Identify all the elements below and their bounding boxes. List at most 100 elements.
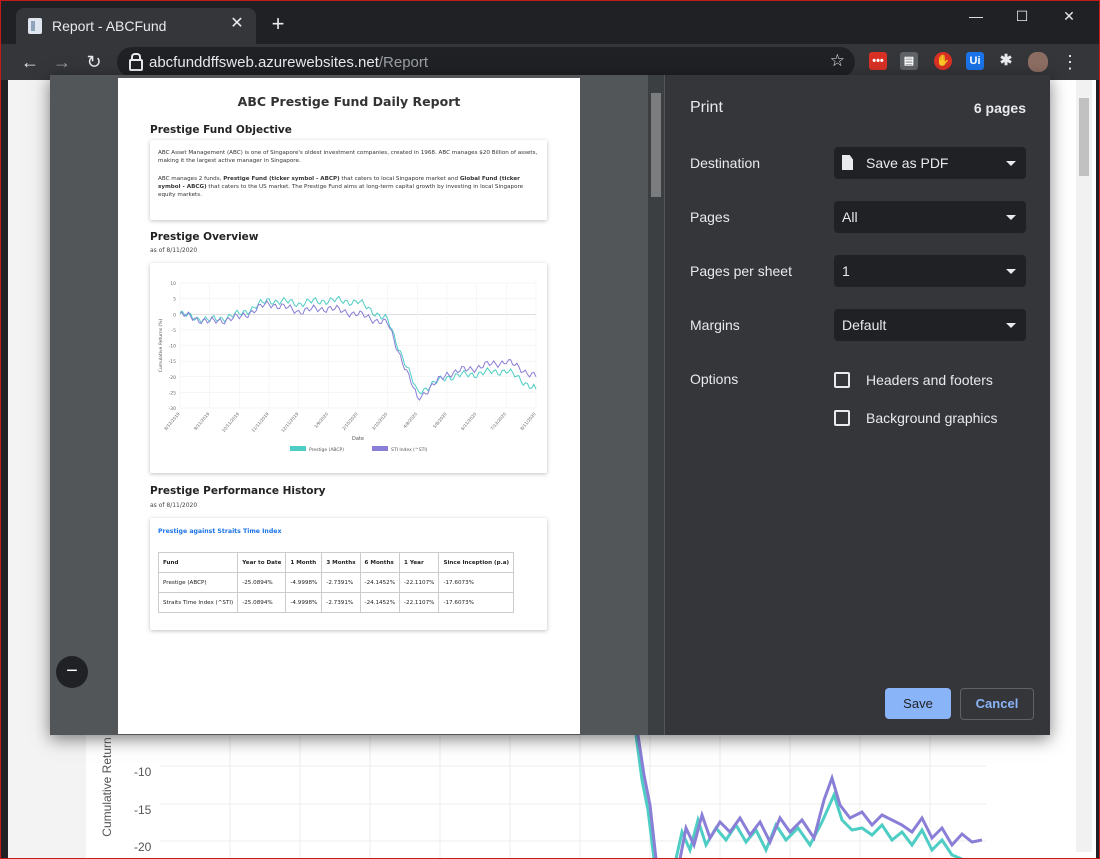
x-tick-label: 1/9/2020 [313,411,329,429]
destination-select[interactable]: Save as PDF [834,147,1026,179]
extension-hand-icon[interactable]: ✋ [934,52,952,70]
table-cell: -24.1452% [359,572,401,593]
close-window-icon[interactable]: ✕ [1054,6,1084,26]
table-header-row: Fund Year to Date 1 Month 3 Months 6 Mon… [157,552,515,573]
destination-value: Save as PDF [866,155,949,171]
x-tick-label: 2/10/2020 [341,411,359,431]
new-tab-icon[interactable]: + [266,12,290,36]
table-cell: -25.0894% [237,572,287,593]
destination-label: Destination [690,155,761,171]
table-cell: -17.6073% [438,572,515,593]
tab-title: Report - ABCFund [52,18,167,34]
legend-label: Prestige (ABCP) [309,447,344,453]
table-header: Year to Date [237,552,287,573]
y-tick-label: 5 [173,297,176,303]
cancel-button[interactable]: Cancel [960,688,1034,720]
table-header: 6 Months [359,552,401,573]
lock-icon [129,53,143,71]
performance-card: Prestige against Straits Time Index Fund… [150,518,547,630]
x-tick-label: 10/11/2019 [221,411,241,433]
browser-menu-icon[interactable]: ⋮ [1058,50,1082,74]
table-cell: Prestige (ABCP) [157,572,239,593]
pages-value: All [842,209,858,225]
print-preview-area: ABC Prestige Fund Daily Report Prestige … [50,75,665,735]
legend-label: STI Index (^STI) [391,447,428,453]
headers-footers-label[interactable]: Headers and footers [866,372,993,388]
close-tab-icon[interactable]: ✕ [228,15,246,33]
pages-per-sheet-value: 1 [842,263,850,279]
x-tick-label: 12/11/2019 [280,411,300,433]
cumulative-returns-chart: 10 5 0 -5 -10 -15 -20 -25 -308/12/2019 9/11/2019 1… [158,281,537,453]
pages-select[interactable]: All [834,201,1026,233]
reload-icon[interactable]: ↻ [82,50,106,74]
table-header: Fund [157,552,239,573]
table-cell: -4.9998% [285,572,323,593]
performance-table: Fund Year to Date 1 Month 3 Months 6 Mon… [157,552,515,613]
extension-red-dots-icon[interactable]: ••• [869,52,887,70]
table-row: Prestige (ABCP) -25.0894% -4.9998% -2.73… [157,572,515,593]
url-path: /Report [378,54,429,71]
profile-avatar[interactable] [1028,52,1048,72]
page-scrollbar-thumb[interactable] [1079,98,1089,176]
bg-ytick: -15 [134,803,152,817]
print-title: Print [690,99,723,116]
back-icon[interactable]: ← [18,50,42,74]
file-icon [842,155,853,170]
save-button[interactable]: Save [885,688,951,719]
bg-ylabel: Cumulative Return [100,737,114,837]
zoom-out-icon[interactable]: − [56,656,88,688]
background-graphics-checkbox[interactable] [834,410,850,426]
page-favicon-icon [28,18,42,34]
table-cell: -2.7391% [321,592,361,613]
preview-scrollbar[interactable] [648,75,664,735]
bookmark-star-icon[interactable]: ☆ [830,51,845,71]
performance-link[interactable]: Prestige against Straits Time Index [158,528,281,535]
x-tick-label: 11/11/2019 [250,411,270,433]
x-tick-label: 8/12/2019 [163,411,181,431]
margins-select[interactable]: Default [834,309,1026,341]
maximize-icon[interactable]: ☐ [1007,6,1037,26]
extensions-puzzle-icon[interactable]: ✱ [997,52,1015,70]
table-header: Since Inception (p.a) [438,552,515,573]
y-tick-label: -10 [169,344,176,350]
margins-value: Default [842,317,887,333]
objective-paragraph-1: ABC Asset Management (ABC) is one of Sin… [158,150,538,164]
table-cell: -2.7391% [321,572,361,593]
background-graphics-label[interactable]: Background graphics [866,410,998,426]
pages-label: Pages [690,209,730,225]
chevron-down-icon [1006,323,1016,328]
y-axis-label: Cumulative Returns (%) [158,318,164,372]
extension-ui-icon[interactable]: Ui [966,52,984,70]
x-tick-label: 3/10/2020 [371,411,389,431]
margins-label: Margins [690,317,740,333]
url-host: abcfunddffsweb.azurewebsites.net [149,54,379,71]
browser-tab[interactable]: Report - ABCFund ✕ [16,8,256,44]
address-bar[interactable]: abcfunddffsweb.azurewebsites.net/Report … [117,47,855,77]
pages-per-sheet-label: Pages per sheet [690,263,792,279]
overview-heading: Prestige Overview [150,231,259,243]
overview-asof: as of 8/11/2020 [150,247,198,254]
x-tick-label: 5/8/2020 [432,411,448,429]
preview-page: ABC Prestige Fund Daily Report Prestige … [118,78,580,734]
minimize-icon[interactable]: — [961,6,991,26]
print-dialog: ABC Prestige Fund Daily Report Prestige … [50,75,1050,735]
pages-per-sheet-select[interactable]: 1 [834,255,1026,287]
x-axis-label: Date [352,436,364,442]
page-count: 6 pages [973,100,1026,116]
tab-strip: Report - ABCFund ✕ + — ☐ ✕ [0,0,1100,44]
legend-swatch [372,446,388,451]
report-title: ABC Prestige Fund Daily Report [237,94,461,109]
history-asof: as of 8/11/2020 [150,502,198,509]
table-cell: -25.0894% [237,592,287,613]
table-cell: -24.1452% [359,592,401,613]
table-cell: Straits Time Index (^STI) [157,592,239,613]
url-text: abcfunddffsweb.azurewebsites.net/Report [149,54,428,71]
x-tick-label: 7/13/2020 [489,411,507,431]
page-scrollbar[interactable] [1076,80,1092,852]
y-tick-label: -25 [169,390,176,396]
objective-heading: Prestige Fund Objective [150,124,292,136]
extension-printer-icon[interactable]: ▤ [900,52,918,70]
forward-icon[interactable]: → [50,50,74,74]
preview-scrollbar-thumb[interactable] [651,93,661,197]
headers-footers-checkbox[interactable] [834,372,850,388]
